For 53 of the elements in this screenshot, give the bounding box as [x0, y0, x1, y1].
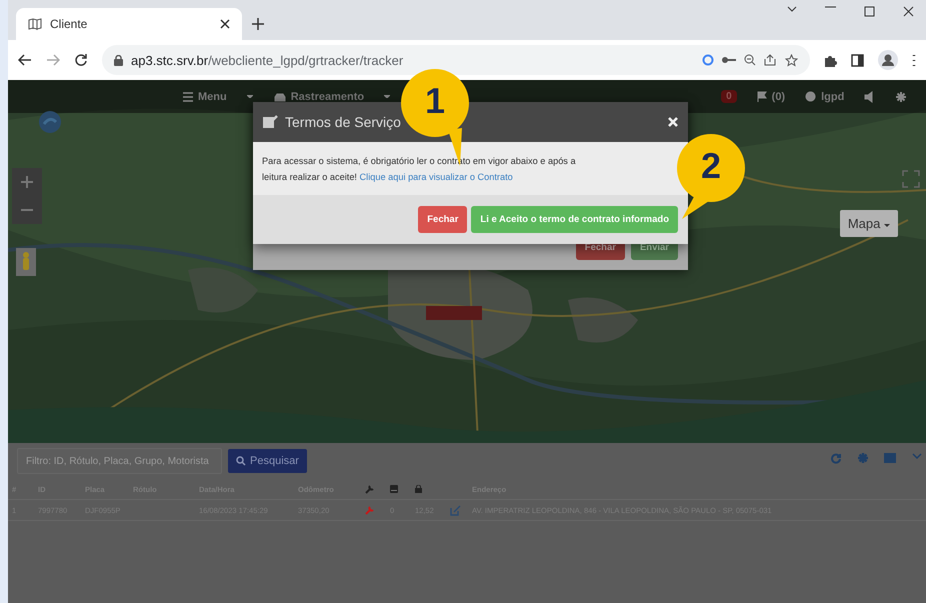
flag-icon[interactable]	[756, 90, 767, 102]
close-button[interactable]: Fechar	[418, 206, 468, 233]
google-icon[interactable]	[702, 54, 714, 66]
maximize-icon[interactable]	[864, 6, 875, 17]
search-icon	[236, 456, 246, 466]
back-icon[interactable]	[18, 54, 32, 66]
search-button[interactable]: Pesquisar	[228, 449, 307, 473]
contract-link[interactable]: Clique aqui para visualizar o Contrato	[360, 172, 513, 182]
close-icon[interactable]	[903, 6, 914, 17]
browser-tab[interactable]: Cliente	[16, 8, 242, 40]
drive-icon	[390, 485, 398, 493]
lock-icon	[415, 485, 422, 493]
tab-title: Cliente	[50, 17, 88, 31]
zoom-out-icon[interactable]	[744, 54, 756, 66]
accept-button[interactable]: Li e Aceito o termo de contrato informado	[471, 206, 678, 233]
menu-icon[interactable]	[183, 92, 193, 102]
share-icon[interactable]	[764, 54, 777, 66]
reload-icon[interactable]	[74, 53, 88, 67]
chevron-icon[interactable]	[787, 6, 797, 12]
lock-icon	[114, 54, 123, 66]
url-host: ap3.stc.srv.br	[131, 52, 208, 68]
avatar-icon[interactable]	[878, 50, 898, 70]
plus-icon	[21, 176, 33, 188]
close-icon[interactable]	[220, 19, 230, 29]
puzzle-icon[interactable]	[824, 54, 837, 66]
step-number: 1	[424, 80, 446, 122]
caret-icon	[884, 224, 890, 228]
menu-item[interactable]: Menu	[198, 90, 227, 102]
side-panel-icon[interactable]	[851, 54, 864, 66]
settings-icon[interactable]	[895, 90, 908, 102]
wrench-icon	[365, 505, 375, 515]
flag-counter[interactable]: (0)	[772, 90, 786, 102]
key-icon[interactable]	[722, 56, 736, 64]
address-bar[interactable]: ap3.stc.srv.br/webcliente_lgpd/grtracker/tracker	[102, 45, 810, 75]
step-number: 2	[700, 145, 722, 187]
user-menu[interactable]: lgpd	[821, 90, 844, 102]
minimize-icon[interactable]	[825, 6, 836, 8]
new-tab-icon[interactable]	[252, 18, 264, 30]
menu-item[interactable]: Rastreamento	[290, 90, 364, 102]
filter-field[interactable]: Filtro: ID, Rótulo, Placa, Grupo, Motorista	[17, 448, 222, 474]
url-path: /webcliente_lgpd/grtracker/tracker	[208, 52, 404, 68]
caret-icon	[384, 95, 390, 98]
map-icon	[28, 18, 42, 30]
close-button[interactable]	[668, 114, 678, 130]
speaker-icon[interactable]	[864, 90, 874, 102]
wrench-icon	[365, 484, 375, 494]
user-icon	[805, 91, 816, 102]
edit-icon	[263, 115, 279, 129]
modal-title: Termos de Serviço	[285, 114, 402, 130]
star-icon[interactable]	[785, 54, 798, 66]
alert-badge: 0	[721, 90, 737, 103]
caret-icon	[246, 95, 253, 98]
map-type-button[interactable]: Mapa	[840, 210, 898, 237]
